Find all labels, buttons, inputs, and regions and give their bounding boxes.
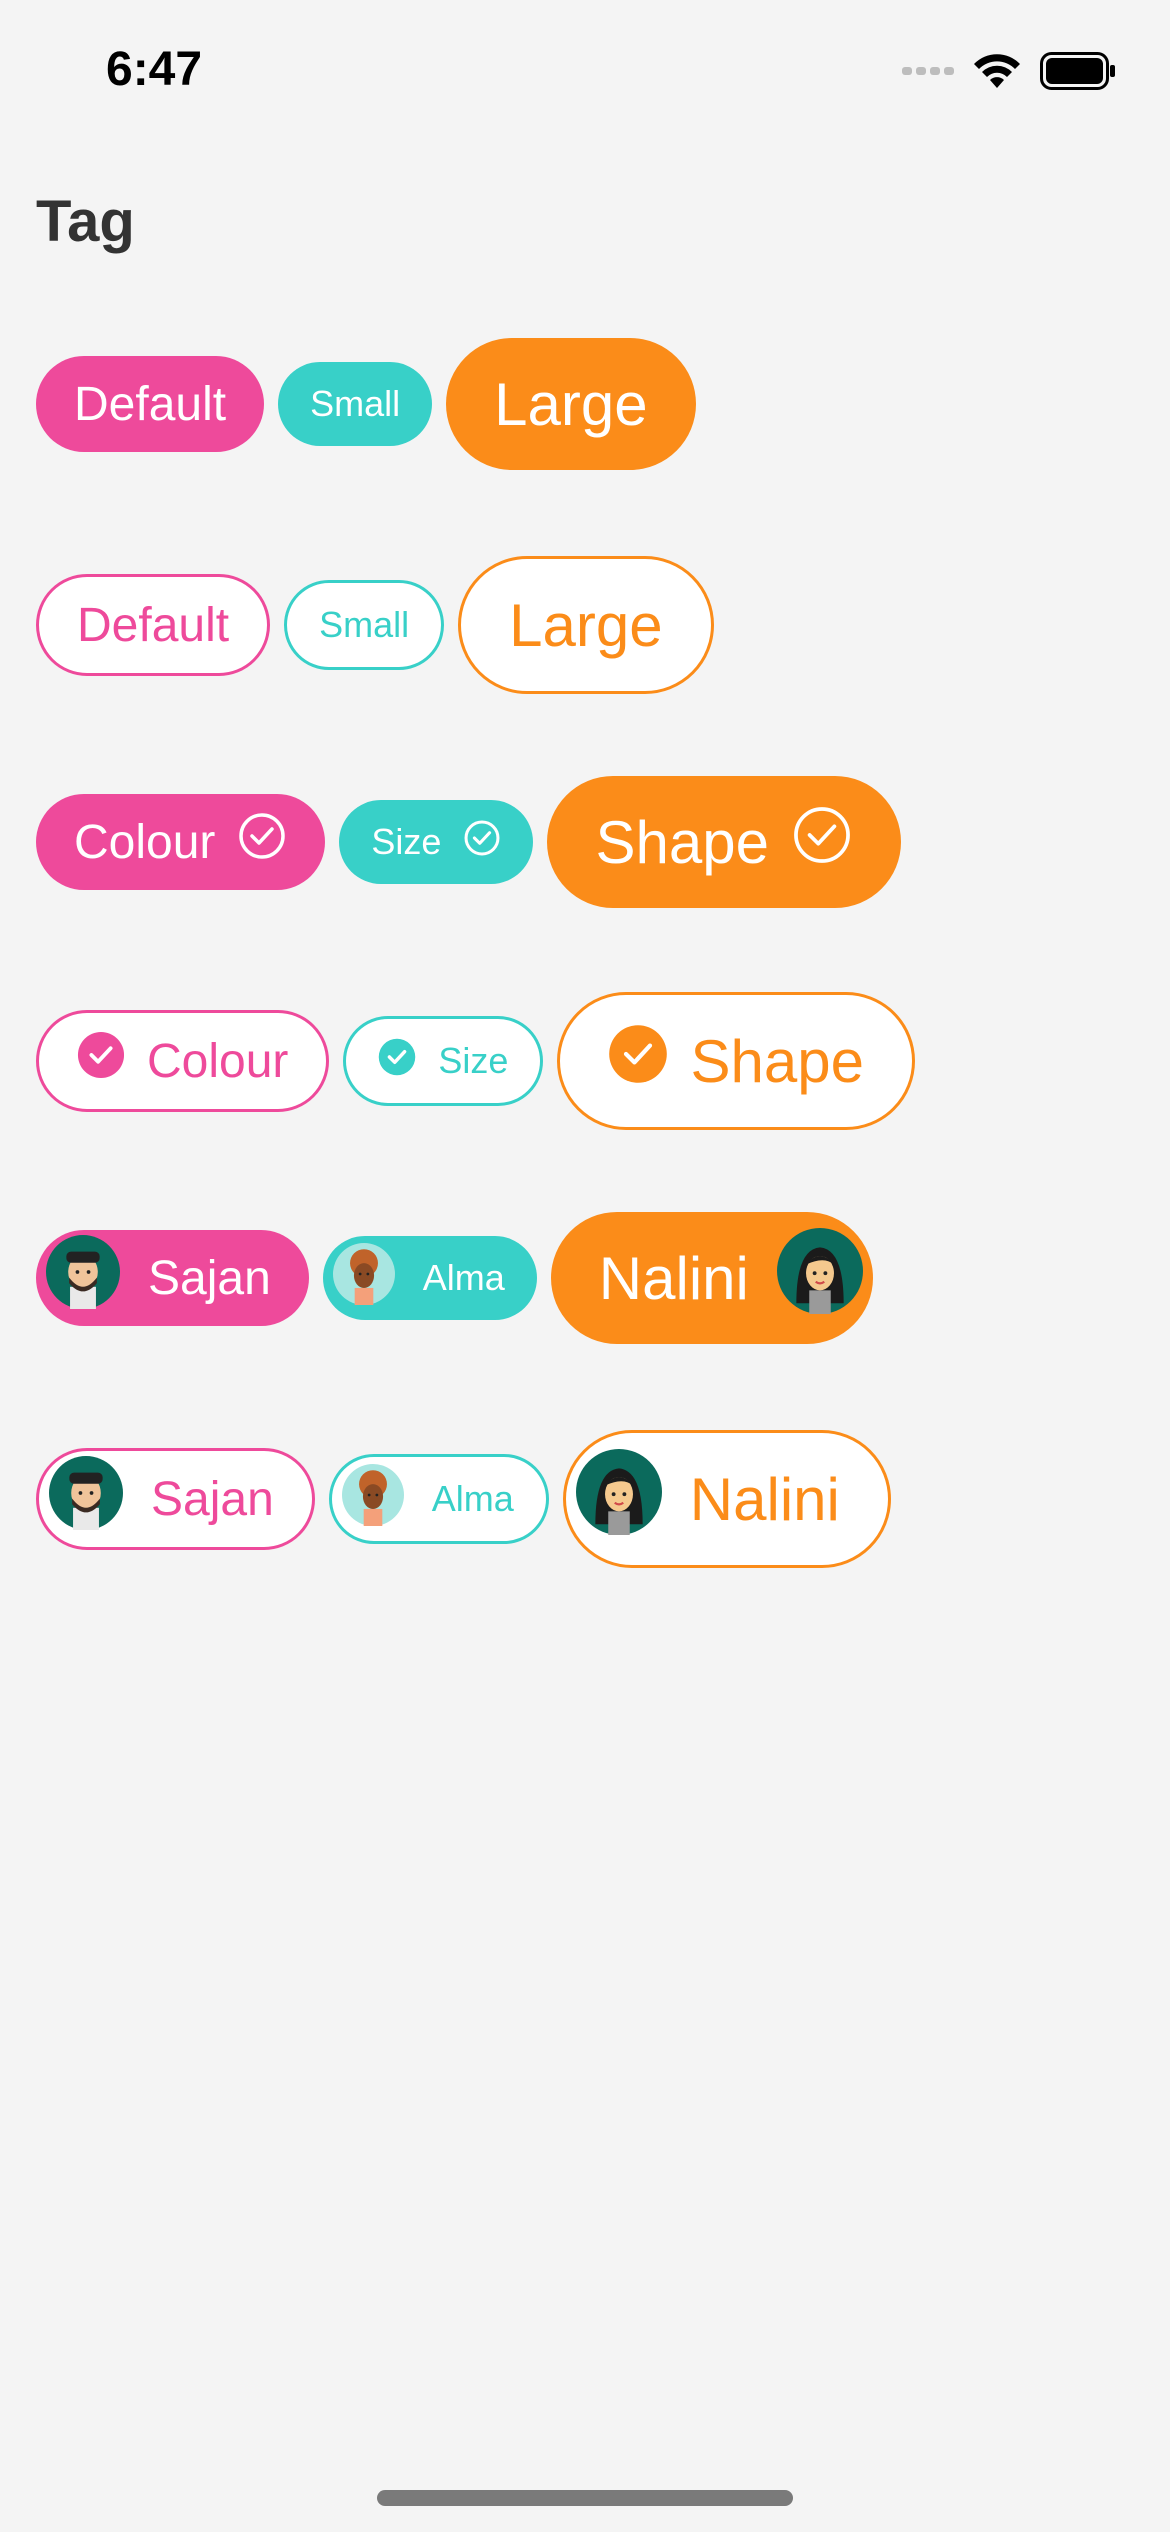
tag-sajan-outline[interactable]: Sajan	[36, 1448, 315, 1550]
tag-shape-outline[interactable]: Shape	[557, 992, 915, 1130]
avatar-alma	[341, 1463, 404, 1535]
tag-size-filled[interactable]: Size	[339, 800, 534, 884]
check-circle-filled-icon	[608, 1024, 668, 1098]
tag-label: Shape	[690, 1027, 864, 1095]
tag-label: Nalini	[689, 1465, 840, 1533]
signal-dots-icon	[902, 64, 954, 83]
tag-size-outline[interactable]: Size	[343, 1016, 544, 1106]
avatar-alma	[332, 1242, 395, 1314]
status-icons	[902, 52, 1116, 95]
tag-small-filled[interactable]: Small	[278, 362, 433, 446]
tag-alma-filled[interactable]: Alma	[322, 1236, 537, 1320]
tag-alma-outline[interactable]: Alma	[328, 1454, 549, 1544]
status-time: 6:47	[106, 43, 203, 96]
avatar-sajan	[46, 1235, 120, 1321]
tag-row-outline-check: Colour Size Shape	[36, 992, 929, 1130]
tag-label: Sajan	[148, 1251, 271, 1305]
tag-label: Nalini	[598, 1244, 749, 1312]
tag-nalini-filled[interactable]: Nalini	[550, 1212, 873, 1344]
battery-icon	[1040, 52, 1116, 95]
tag-nalini-outline[interactable]: Nalini	[562, 1430, 891, 1568]
tag-colour-outline[interactable]: Colour	[36, 1010, 330, 1112]
tag-colour-filled[interactable]: Colour	[36, 794, 326, 890]
tag-row-outline-avatar: Sajan Alma Nalini	[36, 1430, 905, 1568]
tag-row-outline: Default Small Large	[36, 556, 728, 694]
tag-row-filled-avatar: Sajan Alma Nalini	[36, 1212, 887, 1344]
tag-label: Shape	[595, 808, 769, 876]
avatar-nalini	[575, 1449, 662, 1549]
tag-small-outline[interactable]: Small	[284, 580, 445, 670]
check-circle-icon	[791, 804, 853, 880]
tag-default-outline[interactable]: Default	[36, 574, 271, 676]
tag-default-filled[interactable]: Default	[36, 356, 265, 452]
status-bar: 6:47	[0, 0, 1170, 150]
tag-label: Sajan	[151, 1472, 274, 1526]
tag-label: Colour	[74, 815, 216, 869]
tag-label: Alma	[431, 1478, 514, 1519]
check-circle-filled-icon	[378, 1038, 416, 1085]
tag-label: Large	[494, 370, 648, 438]
tag-shape-filled[interactable]: Shape	[547, 776, 901, 908]
tag-sajan-filled[interactable]: Sajan	[36, 1230, 309, 1326]
tag-label: Size	[438, 1040, 509, 1081]
tag-label: Colour	[147, 1034, 289, 1088]
tag-label: Default	[74, 377, 227, 431]
avatar-sajan	[49, 1456, 123, 1542]
page-title: Tag	[36, 189, 135, 254]
tag-row-filled-check: Colour Size Shape	[36, 776, 915, 908]
tag-label: Large	[509, 591, 663, 659]
tag-label: Small	[310, 383, 401, 424]
avatar-nalini	[776, 1228, 863, 1328]
tag-label: Default	[77, 598, 230, 652]
tag-large-outline[interactable]: Large	[458, 556, 714, 694]
tag-label: Small	[319, 604, 410, 645]
tag-label: Alma	[422, 1257, 505, 1298]
tag-row-filled: Default Small Large	[36, 338, 710, 470]
check-circle-filled-icon	[77, 1031, 125, 1091]
wifi-icon	[972, 52, 1022, 95]
check-circle-icon	[463, 819, 501, 866]
check-circle-icon	[237, 811, 287, 873]
tag-label: Size	[371, 821, 442, 862]
home-indicator[interactable]	[377, 2490, 793, 2506]
tag-large-filled[interactable]: Large	[446, 338, 696, 470]
